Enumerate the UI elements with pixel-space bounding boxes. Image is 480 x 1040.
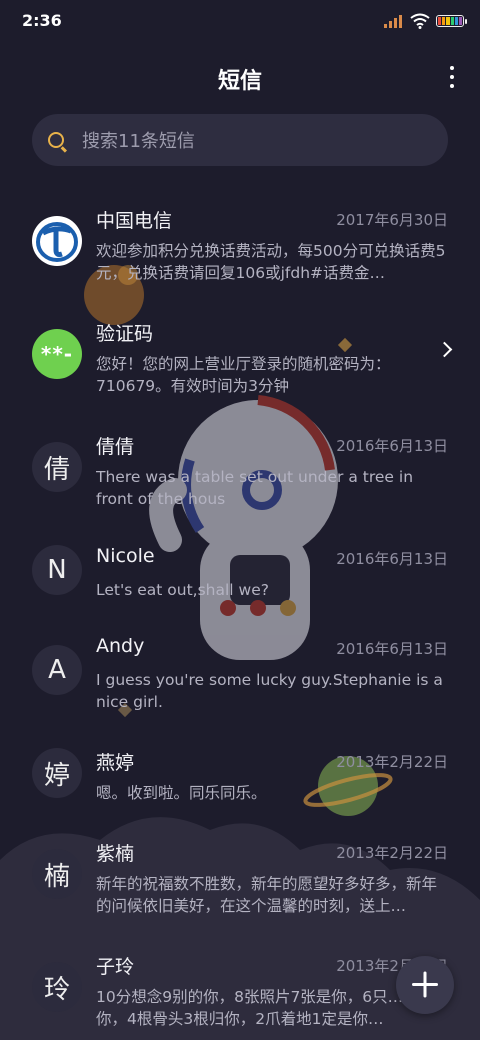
message-preview: 您好！您的网上营业厅登录的随机密码为：710679。有效时间为3分钟 [96,355,391,395]
avatar: 倩 [32,442,82,492]
page-title: 短信 [217,69,262,94]
battery-icon [436,15,467,27]
avatar: 楠 [32,849,82,899]
message-date: 2013年2月22日 [336,753,448,771]
message-preview: I guess you're some lucky guy.Stephanie … [96,671,443,711]
sender-name: 子玲 [96,956,135,978]
thread-item[interactable]: 婷 燕婷 2013年2月22日 嗯。收到啦。同乐同乐。 [0,748,480,808]
thread-item[interactable]: N Nicole 2016年6月13日 Let's eat out,shall … [0,545,480,605]
new-message-button[interactable] [396,956,454,1014]
message-preview: There was a table set out under a tree i… [96,468,414,508]
message-date: 2016年6月13日 [336,550,448,568]
message-preview: 10分想念9别的你，8张照片7张是你，6只…只像你，4根骨头3根归你，2爪着地1… [96,988,435,1028]
message-preview: 嗯。收到啦。同乐同乐。 [96,784,267,802]
search-bar[interactable] [32,114,448,168]
message-date: 2013年2月22日 [336,844,448,862]
thread-item[interactable]: 楠 紫楠 2013年2月22日 新年的祝福数不胜数，新年的愿望好多好多，新年的问… [0,839,480,919]
thread-item[interactable]: **- 验证码 您好！您的网上营业厅登录的随机密码为：710679。有效时间为3… [0,319,480,399]
sender-name: Andy [96,635,145,657]
thread-item[interactable]: 倩 倩倩 2016年6月13日 There was a table set ou… [0,432,480,512]
search-icon [48,132,64,148]
message-date: 2016年6月13日 [336,437,448,455]
message-preview: 欢迎参加积分兑换话费活动，每500分可兑换话费5元，兑换话费请回复106或jfd… [96,242,446,282]
china-telecom-logo-icon [32,216,82,266]
message-preview: 新年的祝福数不胜数，新年的愿望好多好多，新年的问候依旧美好，在这个温馨的时刻，送… [96,875,438,915]
sender-name: 倩倩 [96,436,135,458]
status-icons [384,12,467,30]
message-date: 2016年6月13日 [336,640,448,658]
avatar: A [32,645,82,695]
more-options-icon[interactable] [446,64,458,90]
wifi-icon [410,13,430,29]
message-preview: Let's eat out,shall we? [96,581,269,599]
thread-item[interactable]: A Andy 2016年6月13日 I guess you're some lu… [0,635,480,715]
sender-name: 燕婷 [96,752,135,774]
sender-name: Nicole [96,545,155,567]
chevron-right-icon[interactable] [436,341,453,358]
avatar: 婷 [32,748,82,798]
message-date: 2017年6月30日 [336,211,448,229]
sender-name: 紫楠 [96,843,135,865]
app-header: 短信 [0,50,480,106]
search-input[interactable] [80,114,424,168]
avatar: **- [32,329,82,379]
avatar: N [32,545,82,595]
thread-item[interactable]: 中国电信 2017年6月30日 欢迎参加积分兑换话费活动，每500分可兑换话费5… [0,206,480,286]
sender-name: 中国电信 [96,210,173,232]
status-time: 2:36 [22,11,62,30]
sender-name: 验证码 [96,323,154,345]
avatar: 玲 [32,962,82,1012]
status-bar: 2:36 [0,0,480,44]
signal-icon [384,14,404,28]
